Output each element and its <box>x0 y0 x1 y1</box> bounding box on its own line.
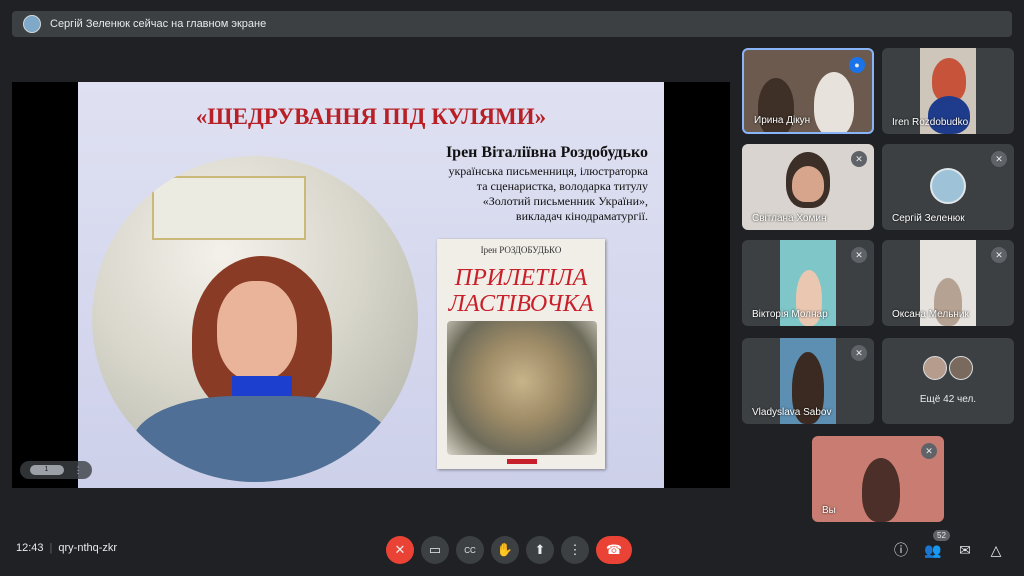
presentation-slide: «ЩЕДРУВАННЯ ПІД КУЛЯМИ» Ірен Віталіївна … <box>78 82 664 488</box>
more-avatars <box>923 356 973 380</box>
book-cover: Ірен РОЗДОБУДЬКО ПРИЛЕТІЛА ЛАСТІВОЧКА <box>437 239 605 469</box>
bottom-bar: 12:43 | qry-nthq-zkr ✕ ▭ CC ✋ ⬆ ⋮ ☎ ⓘ 👥 52… <box>0 528 1024 576</box>
author-desc-line: українська письменниця, ілюстраторка <box>448 164 648 178</box>
slide-title: «ЩЕДРУВАННЯ ПІД КУЛЯМИ» <box>195 104 547 129</box>
activities-icon: △ <box>990 541 1002 558</box>
author-name: Ірен Віталіївна Роздобудько <box>445 144 648 161</box>
participant-name: Вікторія Молнар <box>752 309 828 320</box>
present-icon: ⬆ <box>534 542 546 557</box>
info-button[interactable]: ⓘ <box>891 540 911 560</box>
book-title-line: ЛАСТІВОЧКА <box>448 291 594 317</box>
mic-off-icon: ✕ <box>394 542 406 557</box>
author-desc-line: викладач кінодраматургії. <box>515 209 648 223</box>
presenting-banner: Сергій Зеленюк сейчас на главном экране <box>12 11 1012 37</box>
people-icon: 👥 <box>924 541 942 558</box>
camera-icon: ▭ <box>428 542 442 557</box>
more-options-button[interactable]: ⋮ <box>561 536 589 564</box>
participant-tile[interactable]: Iren Rozdobudko <box>882 48 1014 134</box>
chat-icon: ✉ <box>959 541 971 558</box>
book-author: Ірен РОЗДОБУДЬКО <box>480 245 562 255</box>
author-desc-line: «Золотий письменник України», <box>482 194 648 208</box>
people-count-badge: 52 <box>933 530 950 541</box>
participant-name: Iren Rozdobudko <box>892 117 969 128</box>
participant-name: Vladyslava Sabov <box>752 407 832 418</box>
mic-off-icon: ✕ <box>991 247 1007 263</box>
chat-button[interactable]: ✉ <box>955 540 975 560</box>
participant-name: Світлана Хомин <box>752 213 827 224</box>
clock: 12:43 <box>16 542 44 554</box>
hand-icon: ✋ <box>496 542 514 557</box>
avatar <box>930 168 966 204</box>
presenter-avatar <box>23 15 41 33</box>
participant-name: Сергій Зеленюк <box>892 213 965 224</box>
avatar <box>949 356 973 380</box>
participant-name: Оксана Мельник <box>892 309 969 320</box>
more-participants-tile[interactable]: Ещё 42 чел. <box>882 338 1014 424</box>
mic-off-icon: ✕ <box>851 247 867 263</box>
mic-button[interactable]: ✕ <box>386 536 414 564</box>
captions-icon: CC <box>464 545 476 555</box>
self-tile[interactable]: ✕ Вы <box>812 436 944 522</box>
present-button[interactable]: ⬆ <box>526 536 554 564</box>
more-participants-label: Ещё 42 чел. <box>919 394 977 405</box>
author-desc-line: та сценаристка, володарка титулу <box>476 179 648 193</box>
self-name: Вы <box>822 505 836 516</box>
mic-off-icon: ✕ <box>851 151 867 167</box>
hang-up-icon: ☎ <box>605 542 623 557</box>
speaking-icon: ● <box>849 57 865 73</box>
mic-off-icon: ✕ <box>851 345 867 361</box>
more-options-icon[interactable]: ⋮ <box>74 465 83 476</box>
more-vert-icon: ⋮ <box>568 542 582 557</box>
avatar <box>923 356 947 380</box>
participant-tile[interactable]: ✕ Світлана Хомин <box>742 144 874 230</box>
author-description: українська письменниця, ілюстраторка та … <box>358 164 648 224</box>
page-indicator[interactable]: 1 <box>29 465 64 475</box>
raise-hand-button[interactable]: ✋ <box>491 536 519 564</box>
people-button[interactable]: 👥 <box>923 540 943 560</box>
activities-button[interactable]: △ <box>986 540 1006 560</box>
book-title-line: ПРИЛЕТІЛА <box>454 265 588 291</box>
participant-tile[interactable]: ● Ирина Дікун <box>742 48 874 134</box>
book-illustration <box>447 321 597 455</box>
meeting-code[interactable]: qry-nthq-zkr <box>58 542 117 554</box>
captions-button[interactable]: CC <box>456 536 484 564</box>
participant-tile[interactable]: ✕ Оксана Мельник <box>882 240 1014 326</box>
book-title: ПРИЛЕТІЛА ЛАСТІВОЧКА <box>441 265 601 317</box>
leave-call-button[interactable]: ☎ <box>596 536 632 564</box>
presentation-pager[interactable]: 1 ⋮ <box>20 461 92 479</box>
mic-off-icon: ✕ <box>921 443 937 459</box>
info-icon: ⓘ <box>894 542 908 558</box>
camera-button[interactable]: ▭ <box>421 536 449 564</box>
participant-name: Ирина Дікун <box>754 115 811 126</box>
mic-off-icon: ✕ <box>991 151 1007 167</box>
meeting-info: 12:43 | qry-nthq-zkr <box>16 542 118 554</box>
participant-tile[interactable]: ✕ Vladyslava Sabov <box>742 338 874 424</box>
presenting-banner-text: Сергій Зеленюк сейчас на главном экране <box>50 18 267 30</box>
participant-tile[interactable]: ✕ Сергій Зеленюк <box>882 144 1014 230</box>
participant-tile[interactable]: ✕ Вікторія Молнар <box>742 240 874 326</box>
publisher-logo <box>507 459 537 464</box>
